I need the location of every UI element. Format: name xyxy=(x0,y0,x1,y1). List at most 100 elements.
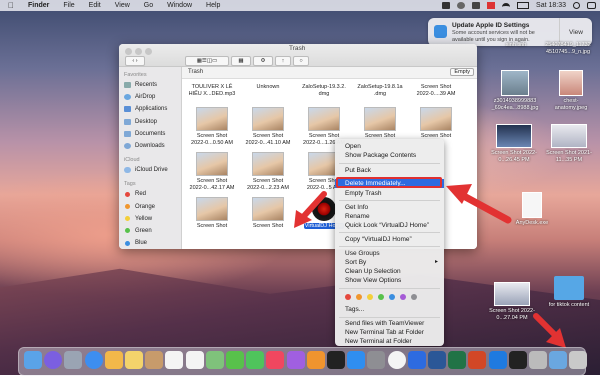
menu-item-rename[interactable]: Rename xyxy=(335,212,444,221)
sidebar-item-downloads[interactable]: Downloads xyxy=(119,140,181,152)
file-item[interactable]: Screen Shot 2022-0....39 AM xyxy=(408,84,464,97)
menu-extra-app-icon-2[interactable] xyxy=(457,2,466,9)
sidebar-item-desktop[interactable]: Desktop xyxy=(119,116,181,128)
preview-icon[interactable] xyxy=(529,351,547,369)
group-by-button[interactable]: ▦ xyxy=(231,56,251,66)
system-preferences-icon[interactable] xyxy=(367,351,386,369)
action-gear-icon[interactable]: ⚙ xyxy=(253,56,273,66)
battery-icon[interactable] xyxy=(517,2,530,9)
menu-item-put-back[interactable]: Put Back xyxy=(335,166,444,175)
tag-green-dot[interactable] xyxy=(378,294,384,300)
calendar-icon[interactable] xyxy=(165,351,184,369)
downloads-stack-icon[interactable] xyxy=(549,351,568,369)
menu-item-new-terminal[interactable]: New Terminal at Folder xyxy=(335,337,444,346)
file-item[interactable]: Screen Shot 2022-0...42.17 AM xyxy=(184,152,240,191)
word-icon[interactable] xyxy=(428,351,446,369)
minimize-window-button[interactable] xyxy=(135,48,142,55)
search-icon[interactable] xyxy=(573,2,580,9)
menu-edit[interactable]: Edit xyxy=(82,2,108,9)
desktop-file-chest-anatomy[interactable]: chest-anatomy.jpeg xyxy=(548,70,594,111)
back-forward-buttons[interactable]: ‹ › xyxy=(125,56,145,66)
tag-blue-dot[interactable] xyxy=(389,294,395,300)
menu-view[interactable]: View xyxy=(108,2,137,9)
menu-file[interactable]: File xyxy=(56,2,81,9)
messages-icon[interactable] xyxy=(226,351,244,369)
maps-icon[interactable] xyxy=(205,351,224,369)
menu-item-clean-up-selection[interactable]: Clean Up Selection xyxy=(335,267,444,276)
view-mode-selector[interactable]: ▦☰◫▭ xyxy=(185,56,229,66)
tag-orange-dot[interactable] xyxy=(356,294,362,300)
desktop-file-sinh-tinh[interactable]: sinh tinh xyxy=(495,42,537,49)
sidebar-item-recents[interactable]: Recents xyxy=(119,79,181,91)
file-item[interactable]: TOULIVER X LÊ HIẾU X...DED.mp3 xyxy=(184,84,240,97)
powerpoint-icon[interactable] xyxy=(468,351,487,369)
file-item[interactable]: Screen Shot xyxy=(184,197,240,230)
chrome-icon[interactable] xyxy=(387,351,406,369)
menu-extra-app-icon[interactable] xyxy=(442,2,451,9)
menu-item-show-view-options[interactable]: Show View Options xyxy=(335,276,444,285)
menu-item-open[interactable]: Open xyxy=(335,142,444,151)
sidebar-item-airdrop[interactable]: AirDrop xyxy=(119,91,181,103)
photos-icon[interactable] xyxy=(104,351,123,369)
trash-icon[interactable] xyxy=(569,351,588,369)
teamviewer-icon[interactable] xyxy=(488,351,507,369)
facetime-icon[interactable] xyxy=(246,351,265,369)
empty-trash-button[interactable]: Empty xyxy=(450,68,474,76)
menu-go[interactable]: Go xyxy=(137,2,160,9)
desktop-file-screenshot-1[interactable]: Screen Shot 2022-0...26.45 PM xyxy=(488,124,540,163)
finder-icon[interactable] xyxy=(24,351,42,369)
desktop-file-254078419[interactable]: 254078419_11732 4510745...9_n.jpg xyxy=(540,42,596,55)
file-item[interactable]: ZaloSetup-19.8.1a .dmg xyxy=(352,84,408,97)
menu-item-teamviewer[interactable]: Send files with TeamViewer xyxy=(335,319,444,328)
tag-yellow-dot[interactable] xyxy=(367,294,373,300)
menu-item-new-terminal-tab[interactable]: New Terminal Tab at Folder xyxy=(335,328,444,337)
menu-extra-app-icon-3[interactable] xyxy=(472,2,481,9)
sidebar-tag-green[interactable]: Green xyxy=(119,225,181,237)
music-icon[interactable] xyxy=(266,351,285,369)
menu-item-tags[interactable]: Tags... xyxy=(335,305,444,314)
sidebar-item-icloud-drive[interactable]: iCloud Drive xyxy=(119,164,181,176)
sidebar-tag-blue[interactable]: Blue xyxy=(119,237,181,249)
books-icon[interactable] xyxy=(306,351,325,369)
sidebar-tag-yellow[interactable]: Yellow xyxy=(119,213,181,225)
desktop-file-z3014938999883[interactable]: z3014938999883 _69c4ea...8988.jpg xyxy=(483,70,547,111)
apple-menu-icon[interactable]:  xyxy=(0,1,21,10)
sidebar-tag-orange[interactable]: Orange xyxy=(119,201,181,213)
file-item[interactable]: Screen Shot xyxy=(240,197,296,230)
file-item[interactable]: Screen Shot 2022-0...2.23 AM xyxy=(240,152,296,191)
tv-icon[interactable] xyxy=(327,351,345,369)
podcasts-icon[interactable] xyxy=(286,351,305,369)
zoom-window-button[interactable] xyxy=(145,48,152,55)
menu-window[interactable]: Window xyxy=(160,2,199,9)
reminders-icon[interactable] xyxy=(185,351,204,369)
sidebar-tag-red[interactable]: Red xyxy=(119,188,181,200)
menu-item-get-info[interactable]: Get Info xyxy=(335,203,444,212)
notes-icon[interactable] xyxy=(125,351,143,369)
menu-item-copy[interactable]: Copy “VirtualDJ Home” xyxy=(335,235,444,244)
sidebar-item-applications[interactable]: Applications xyxy=(119,103,181,115)
menu-item-use-groups[interactable]: Use Groups xyxy=(335,249,444,258)
menu-item-show-package-contents[interactable]: Show Package Contents xyxy=(335,151,444,160)
menu-item-sort-by[interactable]: Sort By ▸ xyxy=(335,258,444,267)
menu-bar-clock[interactable]: Sat 18:33 xyxy=(536,2,566,9)
control-center-icon[interactable] xyxy=(587,2,596,9)
desktop-file-anydesk[interactable]: AnyDesk.exe xyxy=(505,192,559,227)
desktop-folder-tiktok[interactable]: for tiktok content xyxy=(540,276,598,309)
file-item[interactable]: Unknown xyxy=(240,84,296,91)
file-item[interactable]: Screen Shot 2022-0...0.50 AM xyxy=(184,107,240,146)
contacts-icon[interactable] xyxy=(145,351,164,369)
menu-help[interactable]: Help xyxy=(199,2,227,9)
safari-icon[interactable] xyxy=(84,351,103,369)
tag-icon[interactable]: ○ xyxy=(293,56,309,66)
wifi-icon[interactable] xyxy=(502,2,511,9)
tag-purple-dot[interactable] xyxy=(400,294,406,300)
file-item[interactable]: Screen Shot xyxy=(408,107,464,140)
file-item[interactable]: ZaloSetup-19.3.2. dmg xyxy=(296,84,352,97)
close-window-button[interactable] xyxy=(125,48,132,55)
excel-icon[interactable] xyxy=(448,351,467,369)
terminal-icon[interactable] xyxy=(508,351,527,369)
menu-item-empty-trash[interactable]: Empty Trash xyxy=(335,189,444,198)
tag-gray-dot[interactable] xyxy=(411,294,417,300)
desktop-file-screenshot-2[interactable]: Screen Shot 2021-11...35 PM xyxy=(543,124,595,163)
menu-finder[interactable]: Finder xyxy=(21,2,56,9)
